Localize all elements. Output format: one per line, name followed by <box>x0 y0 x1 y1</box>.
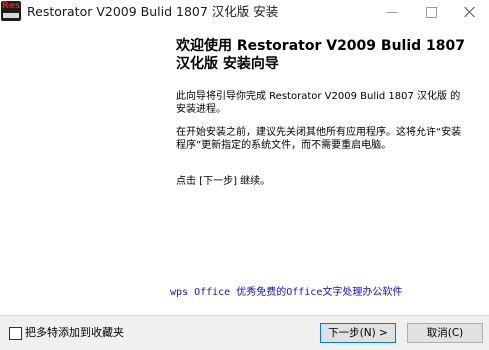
app-icon: Res <box>1 1 21 21</box>
welcome-content: 欢迎使用 Restorator V2009 Bulid 1807 汉化版 安装向… <box>176 37 476 73</box>
cancel-button[interactable]: 取消(C) <box>407 323 483 343</box>
intro-paragraph: 此向导将引导你完成 Restorator V2009 Bulid 1807 汉化… <box>176 91 461 115</box>
title-bar[interactable]: Res Restorator V2009 Bulid 1807 汉化版 安装 <box>0 0 489 24</box>
wps-office-link[interactable]: wps Office 优秀免费的Office文字处理办公软件 <box>170 286 402 299</box>
window-title: Restorator V2009 Bulid 1807 汉化版 安装 <box>27 4 279 19</box>
add-favorite-checkbox[interactable] <box>9 327 22 340</box>
continue-paragraph: 点击 [下一步] 继续。 <box>176 176 271 187</box>
app-icon-label: Res <box>2 1 21 11</box>
minimize-button[interactable] <box>371 0 411 24</box>
wizard-banner <box>0 24 164 316</box>
minimize-icon <box>387 12 397 13</box>
close-button[interactable] <box>449 0 489 24</box>
close-icon <box>464 6 475 17</box>
maximize-button[interactable] <box>411 0 451 24</box>
footer-bar: 把多特添加到收藏夹 下一步(N) > 取消(C) <box>0 316 489 350</box>
maximize-icon <box>426 7 437 18</box>
installer-window: Res Restorator V2009 Bulid 1807 汉化版 安装 欢… <box>0 0 489 350</box>
add-favorite-label[interactable]: 把多特添加到收藏夹 <box>25 326 124 340</box>
welcome-heading: 欢迎使用 Restorator V2009 Bulid 1807 汉化版 安装向… <box>176 38 466 72</box>
app-icon-stripe <box>3 13 19 18</box>
advice-paragraph: 在开始安装之前，建议先关闭其他所有应用程序。这将允许“安装程序”更新指定的系统文… <box>176 127 462 151</box>
next-button[interactable]: 下一步(N) > <box>320 323 396 343</box>
